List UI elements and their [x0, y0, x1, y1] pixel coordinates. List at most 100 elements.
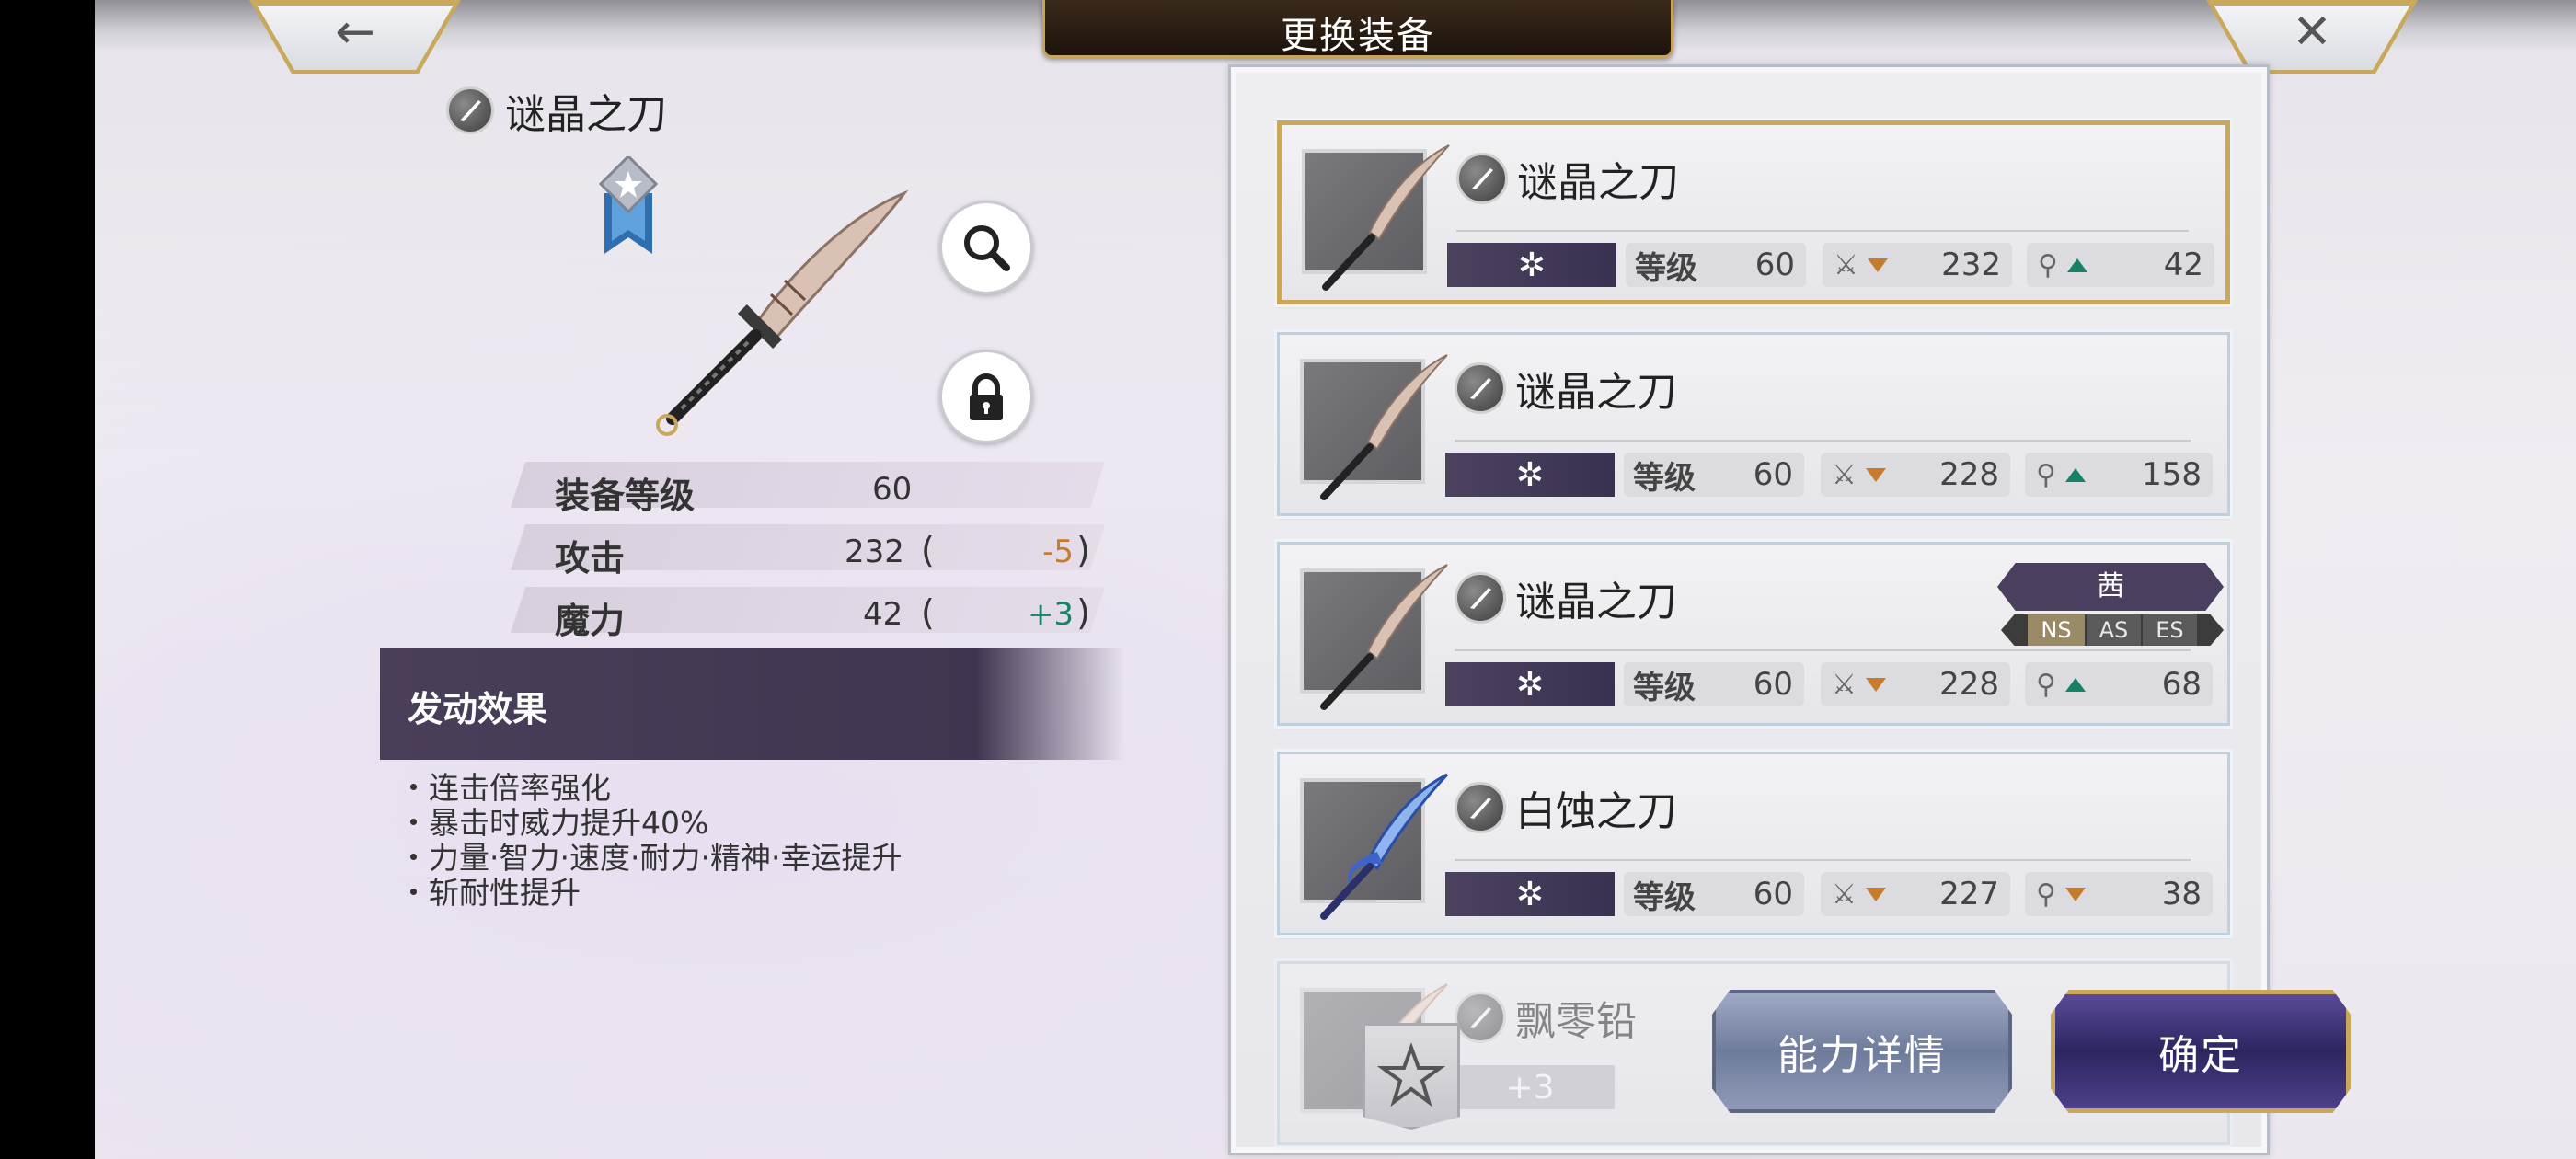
staff-stat-icon: ⚲	[2036, 458, 2056, 491]
magic-cell: ⚲ 38	[2025, 872, 2213, 916]
sword-category-icon	[1455, 782, 1506, 833]
page-title: 更换装备	[1281, 15, 1435, 57]
magic-down-icon	[2064, 887, 2086, 901]
magic-cell: ⚲ 158	[2025, 453, 2213, 497]
detail-title: 谜晶之刀	[446, 81, 667, 140]
ability-slot: ✲	[1445, 453, 1615, 497]
sword-category-icon	[446, 86, 494, 134]
level-cell: 等级 60	[1624, 872, 1804, 916]
sword-stat-icon: ⚔	[1832, 668, 1857, 701]
ability-slot: +3	[1445, 1065, 1615, 1109]
stat-attack-delta: -5	[1042, 534, 1074, 570]
ability-detail-button[interactable]: 能力详情	[1712, 990, 2012, 1113]
sword-stat-icon: ⚔	[1834, 248, 1858, 281]
attack-down-icon	[1865, 467, 1886, 482]
effect-item: 暴击时威力提升40%	[398, 806, 902, 841]
equipment-thumbnail	[1300, 564, 1448, 710]
equipment-name: 飘零铅	[1515, 998, 1637, 1045]
effect-item: 力量·智力·速度·耐力·精神·幸运提升	[398, 841, 902, 876]
slot-plus-value: +3	[1505, 1068, 1555, 1107]
staff-stat-icon: ⚲	[2036, 668, 2056, 701]
equipment-card[interactable]: 谜晶之刀 ✲ 等级 60 ⚔ 232 ⚲ 42	[1277, 120, 2230, 304]
equipment-thumbnail	[1302, 144, 1450, 291]
lock-icon	[970, 373, 1003, 420]
zoom-button[interactable]	[939, 201, 1033, 294]
effect-item: 斩耐性提升	[398, 876, 902, 911]
attack-cell: ⚔ 227	[1821, 872, 2010, 916]
level-cell: 等级 60	[1626, 243, 1806, 287]
stat-magic-row: 魔力 42 ( +3 )	[510, 587, 1106, 641]
attack-down-icon	[1867, 258, 1888, 272]
sparkle-icon: ✲	[1515, 875, 1545, 913]
magic-value: 158	[2142, 456, 2202, 493]
stat-level-label: 装备等级	[555, 476, 696, 516]
attack-down-icon	[1865, 887, 1886, 901]
stat-magic-delta: +3	[1027, 596, 1074, 633]
sparkle-icon: ✲	[1517, 246, 1547, 284]
attack-value: 228	[1939, 666, 1999, 703]
blue-sword-thumbnail-icon	[1320, 773, 1449, 920]
close-icon: ✕	[2292, 5, 2332, 60]
attack-value: 232	[1941, 247, 2001, 283]
sparkle-icon: ✲	[1515, 455, 1545, 494]
level-value: 60	[1754, 247, 1795, 283]
tag-ns: NS	[2028, 614, 2085, 646]
equipment-name: 白蚀之刀	[1515, 788, 1677, 835]
equipment-name: 谜晶之刀	[1517, 159, 1679, 206]
magic-up-icon	[2064, 677, 2086, 692]
sword-stat-icon: ⚔	[1832, 458, 1857, 491]
attack-value: 227	[1939, 876, 1999, 912]
level-value: 60	[1753, 666, 1793, 703]
equipment-card[interactable]: 谜晶之刀 ✲ 等级 60 ⚔ 228 ⚲ 158	[1277, 332, 2230, 516]
star-icon	[1377, 1042, 1445, 1107]
staff-stat-icon: ⚲	[2036, 878, 2056, 911]
sword-preview-icon	[656, 189, 909, 436]
stat-attack-label: 攻击	[555, 538, 626, 579]
attack-cell: ⚔ 232	[1823, 243, 2012, 287]
sword-thumbnail-icon	[1320, 564, 1448, 710]
attack-value: 228	[1939, 456, 1999, 493]
back-arrow-icon: ←	[335, 5, 375, 60]
staff-stat-icon: ⚲	[2038, 248, 2058, 281]
equipped-by-badge: 茜	[1997, 563, 2224, 611]
sword-stat-icon: ⚔	[1832, 878, 1857, 911]
equipment-thumbnail	[1300, 773, 1449, 920]
magic-up-icon	[2066, 258, 2087, 272]
level-value: 60	[1753, 456, 1793, 493]
magic-cell: ⚲ 68	[2025, 662, 2213, 706]
ability-slot: ✲	[1445, 662, 1615, 706]
sword-category-icon	[1455, 362, 1506, 414]
level-cell: 等级 60	[1624, 453, 1804, 497]
stat-attack-value: 232	[845, 534, 904, 570]
lock-button[interactable]	[939, 350, 1033, 443]
equipment-thumbnail	[1300, 354, 1448, 500]
magic-value: 42	[2163, 247, 2203, 283]
magic-value: 68	[2161, 666, 2202, 703]
ability-slot: ✲	[1445, 872, 1615, 916]
stat-level-row: 装备等级 60	[510, 462, 1106, 516]
equipment-card[interactable]: 谜晶之刀 茜 NS AS ES ✲ 等级 60 ⚔ 228 ⚲ 68	[1277, 542, 2230, 726]
stat-level-value: 60	[872, 471, 913, 508]
equipment-name: 谜晶之刀	[1515, 369, 1677, 416]
attack-down-icon	[1865, 677, 1886, 692]
effect-header: 发动效果	[380, 648, 1125, 760]
stat-attack-row: 攻击 232 ( -5 )	[510, 524, 1106, 579]
tag-as: AS	[2086, 614, 2142, 646]
detail-item-name: 谜晶之刀	[505, 91, 667, 138]
level-value: 60	[1753, 876, 1793, 912]
magic-up-icon	[2064, 467, 2086, 482]
effect-list: 连击倍率强化 暴击时威力提升40% 力量·智力·速度·耐力·精神·幸运提升 斩耐…	[398, 771, 902, 911]
equipped-tags: NS AS ES	[2001, 614, 2224, 646]
equipment-change-screen: ← 更换装备 ✕ 谜晶之刀 装备等级 60 攻击 232 (-5) 魔力 4…	[95, 0, 2576, 1159]
magic-cell: ⚲ 42	[2027, 243, 2214, 287]
stat-magic-label: 魔力	[555, 601, 626, 641]
equipment-card[interactable]: 白蚀之刀 ✲ 等级 60 ⚔ 227 ⚲ 38	[1277, 752, 2230, 935]
attack-cell: ⚔ 228	[1821, 662, 2010, 706]
confirm-button[interactable]: 确定	[2051, 990, 2351, 1113]
tag-es: ES	[2143, 614, 2197, 646]
effect-item: 连击倍率强化	[398, 771, 902, 806]
equipment-name: 谜晶之刀	[1515, 579, 1677, 625]
title-plate: 更换装备	[1042, 0, 1673, 58]
sparkle-icon: ✲	[1515, 665, 1545, 704]
favorite-button[interactable]	[1363, 1023, 1460, 1130]
